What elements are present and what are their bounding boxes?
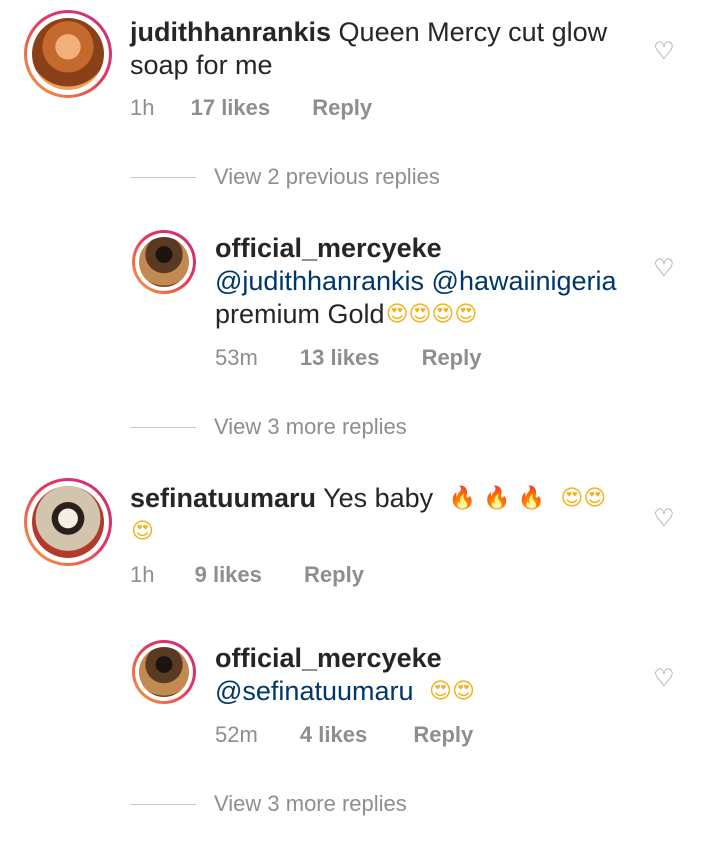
comment-sefinatuumaru: sefinatuumaru Yes baby 🔥 🔥 🔥 😍😍 😍 1h 9 l… xyxy=(0,470,720,610)
mention-link[interactable]: @hawaiinigeria xyxy=(432,266,617,296)
avatar[interactable] xyxy=(32,486,104,558)
heart-eyes-emoji: 😍😍😍😍 xyxy=(385,302,478,327)
timestamp: 53m xyxy=(215,345,258,370)
reply-meta: 52m 4 likes Reply xyxy=(215,722,473,748)
mention-link[interactable]: @sefinatuumaru xyxy=(215,676,414,706)
reply-official-mercyeke-1: official_mercyeke @judithhanrankis @hawa… xyxy=(0,220,720,380)
comment-text-line1: judithhanrankis Queen Mercy cut glow xyxy=(130,16,607,49)
reply-text: premium Gold xyxy=(215,299,385,329)
reply-meta: 53m 13 likes Reply xyxy=(215,345,481,371)
fire-emoji: 🔥 🔥 🔥 xyxy=(448,486,545,511)
heart-icon[interactable]: ♡ xyxy=(651,39,677,63)
view-more-replies[interactable]: View 3 more replies xyxy=(130,413,530,443)
avatar[interactable] xyxy=(139,237,189,287)
reply-button[interactable]: Reply xyxy=(312,95,372,120)
timestamp: 1h xyxy=(130,562,155,587)
reply-text-line1[interactable]: official_mercyeke xyxy=(215,232,442,265)
divider-line xyxy=(130,427,196,428)
username[interactable]: judithhanrankis xyxy=(130,17,331,47)
likes-count[interactable]: 9 likes xyxy=(195,562,262,587)
divider-line xyxy=(130,177,196,178)
reply-text-line2: @sefinatuumaru 😍😍 xyxy=(215,675,475,708)
comment-meta: 1h 17 likes Reply xyxy=(130,95,372,121)
avatar[interactable] xyxy=(32,18,104,90)
view-more-replies[interactable]: View 3 more replies xyxy=(130,790,530,820)
heart-eyes-emoji: 😍😍 xyxy=(560,486,607,511)
reply-text-line3: premium Gold😍😍😍😍 xyxy=(215,298,477,331)
reply-button[interactable]: Reply xyxy=(422,345,482,370)
comment-text: Yes baby xyxy=(323,483,434,513)
comment-meta: 1h 9 likes Reply xyxy=(130,562,364,588)
view-replies-label[interactable]: View 3 more replies xyxy=(214,413,407,441)
comment-judithhanrankis: judithhanrankis Queen Mercy cut glow soa… xyxy=(0,0,720,140)
comment-text-line1: sefinatuumaru Yes baby 🔥 🔥 🔥 😍😍 xyxy=(130,482,606,515)
comment-text-line2: 😍 xyxy=(130,515,154,548)
reply-text-line2: @judithhanrankis @hawaiinigeria xyxy=(215,265,617,298)
view-previous-replies[interactable]: View 2 previous replies xyxy=(130,163,530,193)
heart-icon[interactable]: ♡ xyxy=(651,506,677,530)
view-replies-label[interactable]: View 3 more replies xyxy=(214,790,407,818)
timestamp: 1h xyxy=(130,95,155,120)
reply-button[interactable]: Reply xyxy=(304,562,364,587)
comment-text: Queen Mercy cut glow xyxy=(338,17,608,47)
comment-text-line2: soap for me xyxy=(130,50,273,80)
timestamp: 52m xyxy=(215,722,258,747)
avatar[interactable] xyxy=(139,647,189,697)
heart-icon[interactable]: ♡ xyxy=(651,666,677,690)
reply-button[interactable]: Reply xyxy=(413,722,473,747)
reply-text-line1[interactable]: official_mercyeke xyxy=(215,642,442,675)
reply-official-mercyeke-2: official_mercyeke @sefinatuumaru 😍😍 52m … xyxy=(0,630,720,770)
mention-link[interactable]: @judithhanrankis xyxy=(215,266,424,296)
heart-eyes-emoji: 😍😍 xyxy=(429,679,475,704)
likes-count[interactable]: 4 likes xyxy=(300,722,367,747)
likes-count[interactable]: 13 likes xyxy=(300,345,380,370)
username[interactable]: sefinatuumaru xyxy=(130,483,316,513)
divider-line xyxy=(130,804,196,805)
heart-eyes-emoji: 😍 xyxy=(131,519,154,544)
heart-icon[interactable]: ♡ xyxy=(651,256,677,280)
likes-count[interactable]: 17 likes xyxy=(191,95,271,120)
view-replies-label[interactable]: View 2 previous replies xyxy=(214,163,440,191)
